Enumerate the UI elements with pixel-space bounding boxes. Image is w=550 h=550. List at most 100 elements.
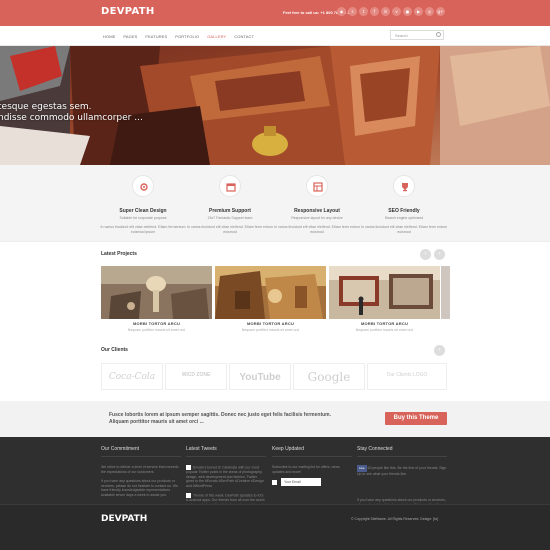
feature-title: Responsive Layout	[294, 208, 340, 214]
hero-caption: tesque egestas sem. ndisse commodo ullam…	[0, 102, 143, 124]
top-bar: DEVPATH Feel free to call us: +1 800 789…	[0, 0, 550, 26]
footer-commitment: Our Commitment We strive to deliver a le…	[101, 446, 181, 498]
client-logo-placeholder[interactable]: Our Clients LOGO	[367, 363, 447, 390]
skype-icon[interactable]: s	[348, 7, 357, 16]
youtube-icon[interactable]: ▶	[414, 7, 423, 16]
copyright-text: © Copyright SiteName. All Rights Reserve…	[351, 517, 439, 521]
projects-title: Latest Projects	[101, 251, 137, 257]
vimeo-icon[interactable]: v	[392, 7, 401, 16]
client-logo-wicd[interactable]: WICD ZONE	[165, 363, 227, 390]
feature-subtitle: Search engine optimized	[384, 216, 424, 220]
main-nav: HOME PAGES FEATURES PORTFOLIO GALLERY CO…	[0, 26, 550, 46]
nav-item-portfolio[interactable]: PORTFOLIO	[175, 34, 199, 39]
feature-responsive-layout: Responsive Layout Responsive layout for …	[272, 175, 362, 235]
feature-subtitle: 24x7 Fantastic Support team	[207, 216, 253, 220]
dribbble-icon[interactable]: ◎	[425, 7, 434, 16]
project-title[interactable]: MORBI TORTOR ARCU	[215, 321, 326, 326]
twitter-icon[interactable]: t	[359, 7, 368, 16]
feature-subtitle: Responsive layout for any device	[291, 216, 343, 220]
nav-item-contact[interactable]: CONTACT	[234, 34, 254, 39]
features-section: Super Clean Design Suitable for corporat…	[0, 165, 550, 241]
footer-divider	[357, 456, 447, 457]
feature-desc: In varius tincidunt elit vitae eleifend.…	[273, 225, 361, 234]
feature-subtitle: Suitable for corporate purpose	[119, 216, 167, 220]
client-logo-text: WICD ZONE	[181, 372, 211, 378]
feature-title: Super Clean Design	[119, 208, 167, 214]
googleplus-icon[interactable]: g+	[436, 7, 445, 16]
feature-premium-support: Premium Support 24x7 Fantastic Support t…	[185, 175, 275, 235]
hero-caption-line1: tesque egestas sem.	[0, 102, 92, 112]
footer-tweets: Latest Tweets Envato's turned 6! Celebra…	[186, 446, 266, 508]
flickr-icon[interactable]: ●	[403, 7, 412, 16]
cta-text: Fusce lobortis lorem at ipsum semper sag…	[109, 412, 332, 425]
footer-text: We strive to deliver a level of service …	[101, 465, 179, 474]
nav-item-pages[interactable]: PAGES	[123, 34, 137, 39]
feature-desc: In varius tincidunt elit vitae eleifend.…	[186, 225, 274, 234]
project-title[interactable]: MORBI TORTOR ARCU	[101, 321, 212, 326]
clients-arrows: ‹	[434, 345, 445, 356]
nav-item-gallery[interactable]: GALLERY	[207, 34, 226, 39]
nav-item-features[interactable]: FEATURES	[145, 34, 167, 39]
footer-heading: Stay Connected	[357, 446, 393, 452]
clients-title: Our Clients	[101, 347, 128, 353]
client-logo-cocacola[interactable]: Coca-Cola	[101, 363, 163, 390]
project-subtitle: Nequam porttitor mauris sit amet orci	[355, 328, 414, 332]
search-input[interactable]: Search	[390, 30, 444, 40]
project-image[interactable]	[329, 266, 440, 319]
footer-bottom-bar: DEVPATH © Copyright SiteName. All Rights…	[0, 504, 550, 550]
email-field[interactable]: Your Email	[281, 478, 321, 487]
feature-desc: In varius tincidunt elit vitae eleifend.…	[360, 225, 448, 234]
search-placeholder: Search	[395, 33, 408, 38]
next-arrow-icon[interactable]: ›	[434, 249, 445, 260]
project-image[interactable]	[215, 266, 326, 319]
project-card[interactable]: MORBI TORTOR ARCU Nequam porttitor mauri…	[329, 266, 440, 332]
feature-clean-design: Super Clean Design Suitable for corporat…	[98, 175, 188, 235]
buy-theme-button[interactable]: Buy this Theme	[385, 412, 447, 425]
linkedin-icon[interactable]: in	[381, 7, 390, 16]
site-logo[interactable]: DEVPATH	[101, 6, 155, 17]
client-logo-youtube[interactable]: YouTube	[229, 363, 291, 390]
facebook-like-widget: Like 60 people like this. Be the first o…	[357, 465, 447, 476]
project-image[interactable]	[101, 266, 212, 319]
footer-heading: Our Commitment	[101, 446, 140, 452]
footer-heading: Keep Updated	[272, 446, 304, 452]
layout-icon	[306, 175, 328, 197]
footer-logo[interactable]: DEVPATH	[101, 514, 147, 524]
client-logo-google[interactable]: Google	[293, 363, 365, 390]
rss-icon[interactable]: ◉	[337, 7, 346, 16]
hero-caption-line2: ndisse commodo ullamcorper ...	[0, 113, 143, 123]
like-button[interactable]: Like	[357, 465, 367, 472]
footer-updates: Keep Updated Subscribe to our mailing li…	[272, 446, 352, 487]
project-card[interactable]: MORBI TORTOR ARCU Nequam porttitor mauri…	[215, 266, 326, 332]
prev-arrow-icon[interactable]: ‹	[420, 249, 431, 260]
social-icons: ◉ s t f in v ● ▶ ◎ g+	[337, 7, 445, 16]
feature-desc: In varius tincidunt elit vitae eleifend.…	[100, 225, 186, 234]
nav-menu: HOME PAGES FEATURES PORTFOLIO GALLERY CO…	[103, 34, 254, 39]
project-card[interactable]: MORBI TORTOR ARCU Nequam porttitor mauri…	[101, 266, 212, 332]
project-subtitle: Nequam porttitor mauris sit amet orci	[241, 328, 300, 332]
feature-title: Premium Support	[209, 208, 251, 214]
prev-arrow-icon[interactable]: ‹	[434, 345, 445, 356]
project-title[interactable]: MORBI TORTOR ARCU	[329, 321, 440, 326]
footer-divider	[101, 456, 181, 457]
client-logo-text: Google	[307, 370, 351, 384]
facebook-icon[interactable]: f	[370, 7, 379, 16]
nav-item-home[interactable]: HOME	[103, 34, 115, 39]
projects-arrows: ‹ ›	[420, 249, 445, 260]
client-logo-text: Coca-Cola	[108, 372, 156, 382]
newsletter-checkbox[interactable]	[272, 479, 277, 485]
like-text: 60 people like this. Be the first of you…	[357, 466, 447, 476]
project-image-peek	[441, 266, 450, 319]
cta-banner: Fusce lobortis lorem at ipsum semper sag…	[0, 401, 550, 437]
footer-heading: Latest Tweets	[186, 446, 217, 452]
footer-text: Subscribe to our mailing list for offers…	[272, 465, 340, 474]
tweet-body[interactable]: Envato's turned 6! Celebrate with our mo…	[186, 465, 264, 487]
feature-title: SEO Friendly	[388, 208, 420, 214]
footer-divider	[186, 456, 266, 457]
tweet-text: Envato's turned 6! Celebrate with our mo…	[186, 465, 266, 488]
footer-text: If you have any questions about our prod…	[101, 479, 178, 497]
search-icon[interactable]	[436, 32, 441, 37]
hero-slider[interactable]: tesque egestas sem. ndisse commodo ullam…	[0, 46, 550, 165]
trophy-icon	[393, 175, 415, 197]
calendar-icon	[219, 175, 241, 197]
